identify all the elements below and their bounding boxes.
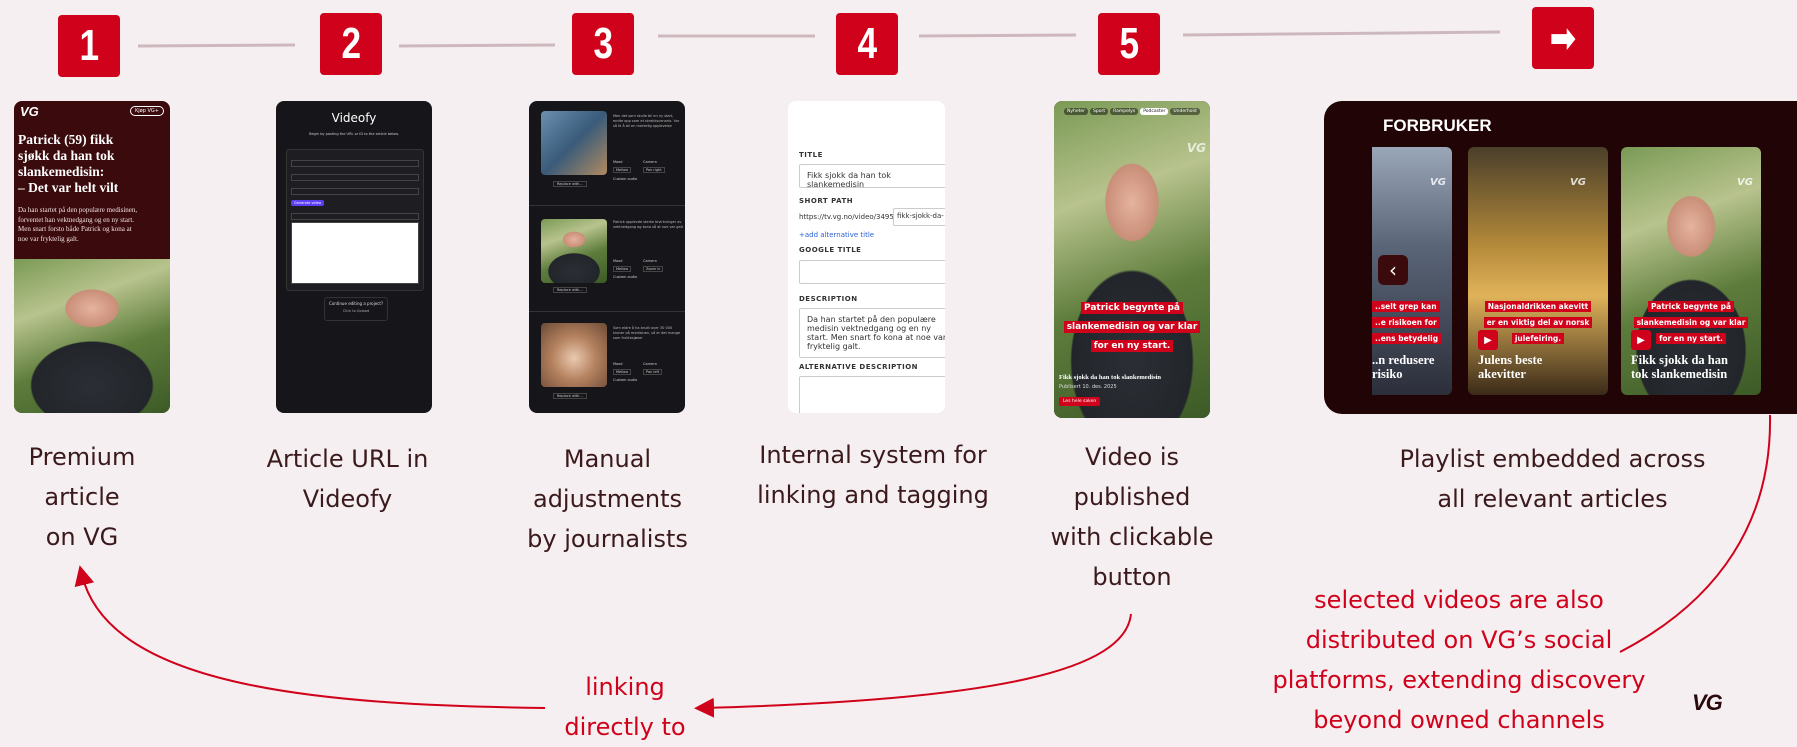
google-title-label: GOOGLE TITLE (799, 246, 862, 254)
video-title: Fikk sjokk da han tok slankemedisin (1059, 374, 1162, 381)
alternative-description-input[interactable] (799, 376, 945, 413)
replace-button[interactable]: Replace with... (553, 393, 587, 399)
arrow-right-icon: ➡ (1532, 7, 1594, 69)
scene-3: Som eldre å ha brukt over 30 000 kroner … (529, 313, 685, 413)
step-2-caption: Article URL in Videofy (266, 445, 429, 513)
nav-item[interactable]: Sport (1090, 108, 1109, 115)
carousel-prev-button[interactable]: ‹ (1378, 255, 1408, 285)
playlist-caption: Playlist embedded across all relevant ar… (1399, 445, 1706, 513)
videofy-subtitle: Begin by pasting the URL or ID to the ar… (309, 132, 399, 136)
video-published: Publisert 10. des. 2025 (1059, 384, 1117, 390)
playlist-card-3[interactable]: VG Patrick begynte på slankemedisin og v… (1621, 147, 1761, 395)
article-lede: Da han startet på den populære medisinen… (18, 206, 138, 243)
step-4-caption: Internal system for linking and tagging (757, 441, 989, 509)
play-icon[interactable]: ▶ (1478, 330, 1498, 350)
nav-item-active[interactable]: Podcaster (1140, 108, 1169, 115)
step-1-caption: Premium article on VG (28, 443, 136, 551)
video-screenshot: Nyheter Sport Rampelys Podcaster Underho… (1054, 101, 1210, 418)
linking-arrow-right (694, 613, 1132, 718)
video-overlay-text: Patrick begynte på slankemedisin og var … (1054, 297, 1210, 354)
short-path-prefix: https://tv.vg.no/video/349578/ (799, 213, 906, 221)
step-3-badge: 3 (572, 13, 634, 75)
article-photo (14, 259, 170, 413)
nav-item[interactable]: Nyheter (1064, 108, 1089, 115)
short-path-label: SHORT PATH (799, 197, 854, 205)
upload-button[interactable]: Click to Upload (325, 309, 387, 313)
description-input[interactable]: Da han startet på den populære medisin v… (799, 308, 945, 358)
scene-2: Patrick opplevde sterke bivirkninger av … (529, 207, 685, 312)
replace-button[interactable]: Replace with... (553, 181, 587, 187)
videofy-screenshot: Videofy Begin by pasting the URL or ID t… (276, 101, 432, 413)
play-icon[interactable]: ▶ (1631, 330, 1651, 350)
continue-editing-box: Continue editing a project? Click to Upl… (324, 297, 388, 321)
step-2-badge: 2 (320, 13, 382, 75)
short-path-input[interactable]: fikk-sjokk-da- (893, 208, 945, 226)
social-annotation: selected videos are also distributed on … (1272, 586, 1646, 734)
alternative-description-label: ALTERNATIVE DESCRIPTION (799, 363, 918, 371)
linking-annotation: linking directly to (564, 673, 686, 741)
nav-item[interactable]: Rampelys (1110, 108, 1139, 115)
article-headline: Patrick (59) fikk sjøkk da han tok slank… (18, 132, 119, 195)
read-article-button[interactable]: Les hele saken (1059, 397, 1101, 406)
videofy-form: Generate video (286, 149, 424, 291)
cms-screenshot: TITLE Fikk sjokk da han tok slankemedisi… (788, 101, 945, 413)
title-label: TITLE (799, 151, 823, 159)
add-alternative-title-link[interactable]: +add alternative title (799, 231, 874, 239)
linking-arrow-left (74, 565, 546, 709)
nav-item[interactable]: Underhold (1170, 108, 1200, 115)
step-1-badge: 1 (58, 15, 120, 77)
video-nav: Nyheter Sport Rampelys Podcaster Underho… (1064, 108, 1200, 115)
description-label: DESCRIPTION (799, 295, 858, 303)
step-3-caption: Manual adjustments by journalists (527, 445, 688, 553)
step-4-badge: 4 (836, 13, 898, 75)
chevron-left-icon: ‹ (1389, 258, 1397, 282)
videofy-title: Videofy (331, 111, 377, 125)
vg-footer-logo: VG (1692, 690, 1723, 715)
playlist-card-2[interactable]: VG Nasjonaldrikken akevitt er en viktig … (1468, 147, 1608, 395)
step-5-badge: 5 (1098, 13, 1160, 75)
replace-button[interactable]: Replace with... (553, 287, 587, 293)
article-screenshot: VG Kjøp VG+ Patrick (59) fikk sjøkk da h… (14, 101, 170, 413)
scene-1: Men det som skulle bli en ny start, endt… (529, 101, 685, 206)
editor-screenshot: Men det som skulle bli en ny start, endt… (529, 101, 685, 413)
buy-vg-plus-button[interactable]: Kjøp VG+ (130, 106, 164, 116)
vg-watermark: VG (1186, 141, 1206, 155)
generate-video-button[interactable]: Generate video (291, 200, 325, 206)
title-input[interactable]: Fikk sjokk da han tok slankemedisin (799, 164, 945, 189)
vg-logo: VG (20, 104, 39, 119)
playlist-heading: FORBRUKER (1383, 116, 1492, 135)
google-title-input[interactable] (799, 260, 945, 284)
step-5-caption: Video is published with clickable button (1050, 443, 1214, 591)
playlist-embed: FORBRUKER VG ..selt grep kan ..e risikoe… (1324, 101, 1797, 414)
